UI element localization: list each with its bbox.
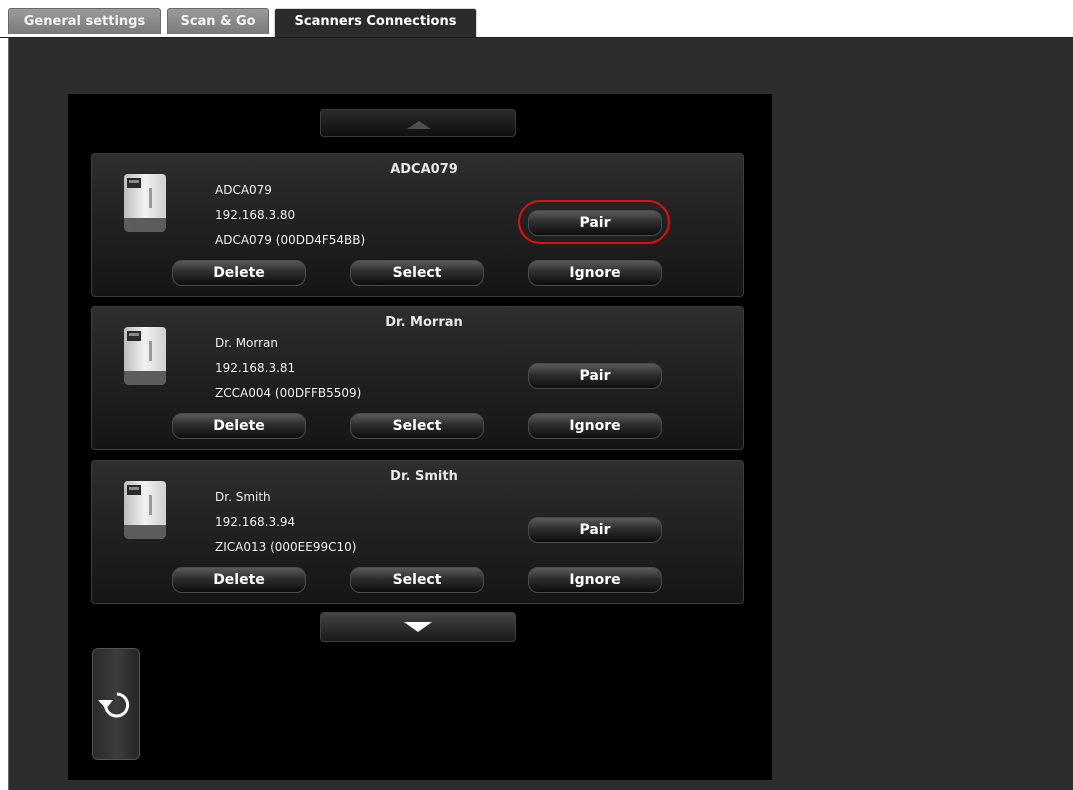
scanner-card-title: Dr. Morran bbox=[385, 315, 463, 330]
select-button[interactable]: Select bbox=[350, 413, 484, 439]
scanner-name: Dr. Smith bbox=[215, 490, 271, 504]
scanner-name: ADCA079 bbox=[215, 183, 272, 197]
tab-scanners-connections[interactable]: Scanners Connections bbox=[274, 8, 477, 39]
refresh-icon bbox=[98, 692, 130, 718]
scanner-card-1: Dr. Morran Dr. Morran 192.168.3.81 ZCCA0… bbox=[91, 306, 744, 450]
scanner-ip: 192.168.3.81 bbox=[215, 361, 296, 375]
delete-button[interactable]: Delete bbox=[172, 413, 306, 439]
scanner-ip: 192.168.3.80 bbox=[215, 208, 296, 222]
select-button[interactable]: Select bbox=[350, 567, 484, 593]
scanner-device-id: ZCCA004 (00DFFB5509) bbox=[215, 386, 362, 400]
scanner-card-2: Dr. Smith Dr. Smith 192.168.3.94 ZICA013… bbox=[91, 460, 744, 604]
scanner-device-icon bbox=[124, 174, 166, 232]
chevron-down-icon bbox=[404, 622, 432, 632]
scanner-device-id: ADCA079 (00DD4F54BB) bbox=[215, 233, 366, 247]
scanner-card-title: Dr. Smith bbox=[390, 469, 458, 484]
chevron-up-icon bbox=[407, 121, 431, 129]
select-button[interactable]: Select bbox=[350, 260, 484, 286]
scroll-up-button[interactable] bbox=[320, 109, 516, 137]
scanner-card-0: ADCA079 ADCA079 192.168.3.80 ADCA079 (00… bbox=[91, 153, 744, 297]
scanner-device-icon bbox=[124, 327, 166, 385]
tab-bar: General settings Scan & Go Scanners Conn… bbox=[0, 0, 1073, 39]
tab-scan-and-go[interactable]: Scan & Go bbox=[167, 8, 269, 34]
delete-button[interactable]: Delete bbox=[172, 567, 306, 593]
scroll-down-button[interactable] bbox=[320, 612, 516, 642]
pair-button[interactable]: Pair bbox=[528, 517, 662, 543]
pair-button[interactable]: Pair bbox=[528, 210, 662, 236]
ignore-button[interactable]: Ignore bbox=[528, 567, 662, 593]
ignore-button[interactable]: Ignore bbox=[528, 260, 662, 286]
scanner-ip: 192.168.3.94 bbox=[215, 515, 296, 529]
ignore-button[interactable]: Ignore bbox=[528, 413, 662, 439]
scanner-device-icon bbox=[124, 481, 166, 539]
refresh-button[interactable] bbox=[92, 648, 140, 760]
scanner-device-id: ZICA013 (000EE99C10) bbox=[215, 540, 357, 554]
tab-general-settings[interactable]: General settings bbox=[8, 8, 161, 34]
scanner-card-title: ADCA079 bbox=[390, 162, 458, 177]
delete-button[interactable]: Delete bbox=[172, 260, 306, 286]
scanner-name: Dr. Morran bbox=[215, 336, 279, 350]
pair-button[interactable]: Pair bbox=[528, 363, 662, 389]
